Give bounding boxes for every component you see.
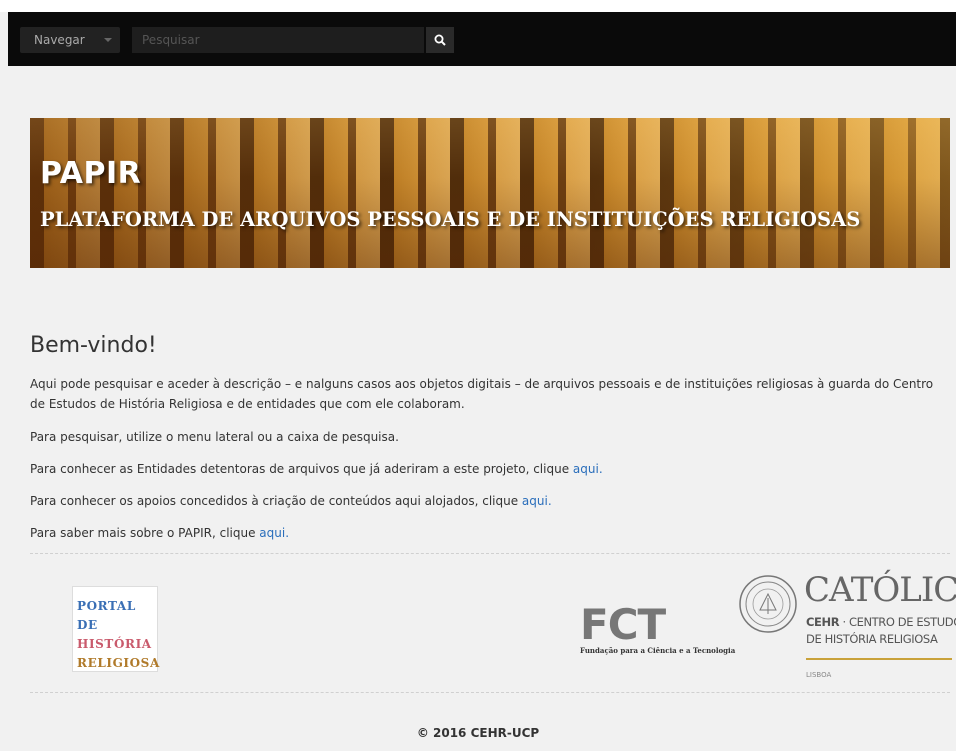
portal-historia-religiosa-logo[interactable]: PORTAL DE HISTÓRIA RELIGIOSA <box>72 586 160 672</box>
divider-bottom <box>30 692 950 693</box>
portal-logo-line3: RELIGIOSA <box>77 656 160 670</box>
divider-top <box>30 553 950 554</box>
cehr-abbr: CEHR <box>806 615 840 629</box>
support-link[interactable]: aqui. <box>522 494 552 508</box>
university-seal-icon <box>739 575 797 633</box>
support-paragraph: Para conhecer os apoios concedidos à cri… <box>30 491 946 511</box>
banner-title: PAPIR <box>40 156 142 191</box>
search-hint-paragraph: Para pesquisar, utilize o menu lateral o… <box>30 430 399 444</box>
browse-menu-button[interactable]: Navegar <box>20 27 120 53</box>
about-paragraph: Para saber mais sobre o PAPIR, clique aq… <box>30 523 946 543</box>
portal-logo-line1: PORTAL DE <box>77 599 136 632</box>
top-strip <box>0 0 956 12</box>
entities-paragraph: Para conhecer as Entidades detentoras de… <box>30 459 946 479</box>
caret-down-icon <box>104 38 112 42</box>
catolica-wordmark: CATÓLICA <box>804 570 956 610</box>
banner-subtitle: PLATAFORMA DE ARQUIVOS PESSOAIS E DE INS… <box>40 208 861 231</box>
catolica-gold-rule <box>806 658 952 660</box>
lisboa-label: LISBOA <box>806 671 832 679</box>
fct-logo[interactable]: FCT Fundação para a Ciência e a Tecnolog… <box>580 600 740 656</box>
entities-link[interactable]: aqui. <box>573 462 603 476</box>
welcome-heading: Bem-vindo! <box>30 333 157 358</box>
cehr-line1-text: · CENTRO DE ESTUDOS <box>839 615 956 629</box>
about-link[interactable]: aqui. <box>259 526 289 540</box>
search-button[interactable] <box>426 27 454 53</box>
portal-logo-line2: HISTÓRIA <box>77 637 152 651</box>
fct-logo-subtitle: Fundação para a Ciência e a Tecnologia <box>580 646 736 655</box>
about-text: Para saber mais sobre o PAPIR, clique <box>30 526 260 540</box>
top-navbar: Navegar <box>8 12 956 66</box>
entities-text: Para conhecer as Entidades detentoras de… <box>30 462 573 476</box>
browse-menu-label: Navegar <box>34 33 85 47</box>
support-text: Para conhecer os apoios concedidos à cri… <box>30 494 522 508</box>
hero-banner: PAPIR PLATAFORMA DE ARQUIVOS PESSOAIS E … <box>30 118 950 268</box>
cehr-line1: CEHR · CENTRO DE ESTUDOS <box>806 615 956 629</box>
intro-paragraph: Aqui pode pesquisar e aceder à descrição… <box>30 377 934 411</box>
search-input[interactable] <box>132 27 424 53</box>
fct-logo-wordmark: FCT <box>580 600 666 649</box>
catolica-cehr-logo[interactable]: CATÓLICA CEHR · CENTRO DE ESTUDOS DE HIS… <box>738 570 956 684</box>
cehr-line2: DE HISTÓRIA RELIGIOSA <box>806 632 938 646</box>
banner-overlay <box>30 118 950 268</box>
search-icon <box>434 34 446 46</box>
footer-copyright: © 2016 CEHR-UCP <box>416 726 540 740</box>
